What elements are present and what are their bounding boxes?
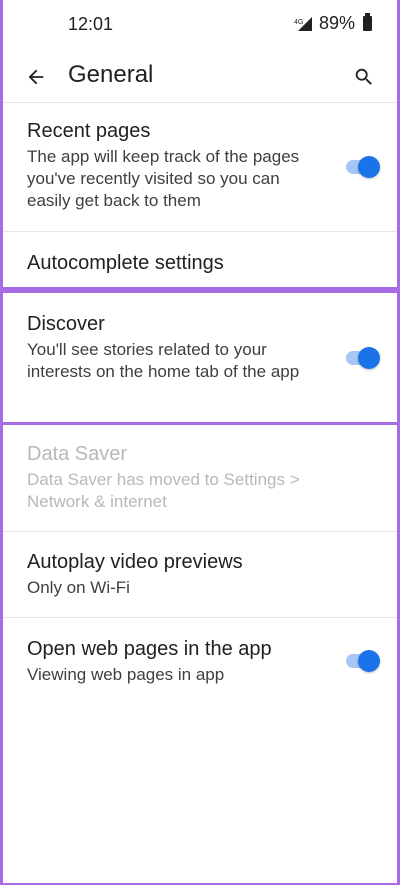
- arrow-left-icon: [28, 69, 44, 85]
- recent-pages-toggle[interactable]: [344, 155, 380, 178]
- toggle-thumb: [358, 156, 380, 178]
- search-button[interactable]: [344, 57, 384, 97]
- setting-title: Autocomplete settings: [27, 252, 224, 274]
- setting-autocomplete[interactable]: Autocomplete settings: [0, 250, 400, 276]
- divider: [0, 231, 400, 232]
- open-web-pages-toggle[interactable]: [344, 649, 380, 672]
- setting-title: Autoplay video previews: [27, 551, 243, 573]
- setting-recent-pages[interactable]: Recent pages The app will keep track of …: [0, 118, 400, 212]
- toggle-thumb: [358, 347, 380, 369]
- setting-autoplay-video[interactable]: Autoplay video previews Only on Wi-Fi: [0, 549, 400, 599]
- battery-icon: [363, 13, 372, 31]
- cellular-signal-icon: 4G: [293, 16, 313, 32]
- toggle-thumb: [358, 650, 380, 672]
- setting-summary: Data Saver has moved to Settings > Netwo…: [27, 470, 300, 511]
- discover-toggle[interactable]: [344, 346, 380, 369]
- setting-open-web-pages[interactable]: Open web pages in the app Viewing web pa…: [0, 636, 400, 686]
- setting-title: Discover: [27, 313, 105, 335]
- divider: [0, 531, 400, 532]
- setting-title: Recent pages: [27, 120, 151, 142]
- search-icon: [355, 68, 372, 85]
- setting-summary: The app will keep track of the pages you…: [27, 147, 300, 210]
- network-type-label: 4G: [294, 19, 303, 26]
- status-time: 12:01: [68, 14, 114, 34]
- status-bar: 12:01 4G 89%: [0, 0, 400, 50]
- setting-title: Data Saver: [27, 443, 128, 465]
- setting-summary: You'll see stories related to your inter…: [27, 340, 300, 381]
- setting-summary: Only on Wi-Fi: [27, 578, 130, 597]
- status-indicators: 4G 89%: [293, 13, 372, 34]
- setting-title: Open web pages in the app: [27, 638, 272, 660]
- setting-summary: Viewing web pages in app: [27, 665, 225, 684]
- battery-percent: 89%: [318, 13, 355, 33]
- setting-data-saver: Data Saver Data Saver has moved to Setti…: [0, 441, 400, 513]
- divider: [0, 617, 400, 618]
- app-bar: General: [0, 50, 400, 103]
- setting-discover[interactable]: Discover You'll see stories related to y…: [0, 311, 400, 383]
- back-button[interactable]: [16, 57, 56, 97]
- page-title: General: [68, 61, 154, 88]
